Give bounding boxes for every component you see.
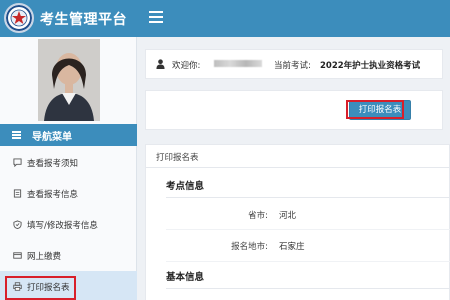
nav-header-label: 导航菜单	[32, 132, 72, 143]
sidebar-item-edit-info[interactable]: 填写/修改报考信息	[0, 209, 137, 240]
blurred-username	[214, 60, 262, 67]
divider	[166, 197, 450, 198]
print-button-highlight	[346, 100, 404, 119]
avatar	[38, 39, 100, 121]
city-value: 石家庄	[279, 242, 305, 252]
sidebar-item-label: 填写/修改报考信息	[27, 221, 98, 231]
current-exam-label: 当前考试:	[274, 61, 311, 71]
sidebar-item-payment[interactable]: 网上缴费	[0, 240, 137, 271]
sidebar: 导航菜单 查看报考须知 查看报考信息 填写/修改报考信息 网上缴费 打印报名表	[0, 37, 137, 300]
app-root: 考生管理平台 导航菜单 查看报考须知 查看报考信息 填写/修改报考信息 网上缴费…	[0, 0, 450, 300]
sidebar-item-label: 查看报考信息	[27, 190, 79, 200]
province-value: 河北	[279, 211, 297, 221]
sidebar-item-label: 网上缴费	[27, 252, 62, 262]
sidebar-item-label: 查看报考须知	[27, 159, 79, 169]
panel-title: 打印报名表	[156, 153, 199, 163]
main-content: 欢迎你: 当前考试: 2022年护士执业资格考试 打印报名表 打印报名表 考点信…	[137, 37, 450, 300]
province-label: 省市:	[248, 211, 268, 221]
active-item-highlight	[5, 276, 76, 300]
message-icon	[13, 158, 22, 167]
basic-info-heading: 基本信息	[166, 272, 205, 283]
menu-toggle-icon[interactable]	[149, 11, 163, 24]
sidebar-item-exam-info[interactable]: 查看报考信息	[0, 178, 137, 209]
current-exam-name: 2022年护士执业资格考试	[320, 61, 421, 71]
greeting-label: 欢迎你:	[172, 61, 201, 71]
sidebar-item-exam-notice[interactable]: 查看报考须知	[0, 147, 137, 178]
top-bar: 考生管理平台	[0, 0, 450, 37]
document-icon	[13, 189, 22, 198]
logo	[4, 3, 34, 33]
shield-icon	[13, 220, 22, 229]
user-icon	[156, 59, 165, 69]
welcome-bar: 欢迎你: 当前考试: 2022年护士执业资格考试	[145, 49, 443, 79]
app-title: 考生管理平台	[40, 12, 127, 28]
city-label: 报名地市:	[231, 242, 268, 252]
exam-site-heading: 考点信息	[166, 181, 205, 192]
print-form-panel: 打印报名表 考点信息 省市: 河北 报名地市: 石家庄 基本信息	[145, 144, 450, 300]
divider	[166, 229, 450, 230]
divider	[146, 167, 450, 168]
divider	[166, 288, 450, 289]
divider	[166, 261, 450, 262]
card-icon	[13, 252, 22, 259]
nav-header: 导航菜单	[0, 124, 137, 146]
menu-icon	[12, 131, 21, 140]
